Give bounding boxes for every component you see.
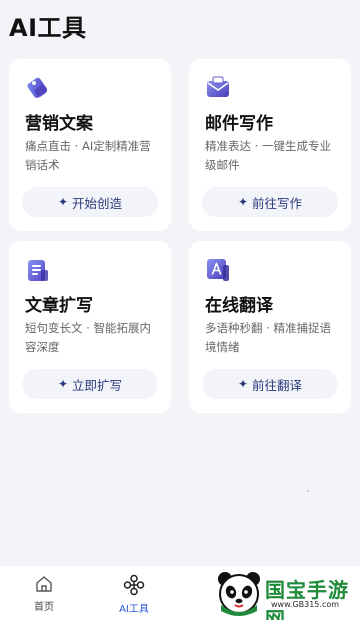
tab-label: AI工具: [119, 604, 149, 615]
envelope-icon: [207, 76, 229, 97]
tab-ai-tools[interactable]: AI工具: [99, 574, 169, 615]
tab-home[interactable]: 首页: [9, 574, 79, 613]
price-tag-icon: [27, 77, 48, 98]
divider-dot: [307, 490, 309, 492]
panda-logo-icon: [218, 572, 260, 616]
button-label: 立即扩写: [72, 377, 123, 393]
sparkle-icon: ✦: [237, 195, 249, 209]
watermark-url: www.GB315.com: [271, 600, 340, 609]
site-watermark: 国宝手游网 www.GB315.com: [201, 566, 360, 620]
document-icon: [28, 260, 48, 281]
tab-label: 首页: [34, 602, 54, 613]
card-online-translate[interactable]: 在线翻译 多语种秒翻 · 精准捕捉语境情绪 ✦ 前往翻译: [189, 241, 351, 413]
button-label: 前往翻译: [252, 377, 303, 393]
go-write-button[interactable]: ✦ 前往写作: [202, 187, 338, 217]
card-marketing-copy[interactable]: 营销文案 痛点直击 · AI定制精准营销话术 ✦ 开始创造: [9, 59, 171, 231]
sparkle-icon: ✦: [57, 377, 69, 391]
card-title: 文章扩写: [25, 296, 93, 316]
card-description: 精准表达 · 一键生成专业级邮件: [205, 139, 331, 172]
go-translate-button[interactable]: ✦ 前往翻译: [202, 369, 338, 399]
card-description: 短句变长文 · 智能拓展内容深度: [25, 321, 151, 354]
app-screen: AI工具 营销文案 痛点直击 · AI定制精准营销话术 ✦ 开始创造 邮件写作 …: [0, 0, 360, 620]
card-email-writing[interactable]: 邮件写作 精准表达 · 一键生成专业级邮件 ✦ 前往写作: [189, 59, 351, 231]
card-title: 营销文案: [25, 114, 93, 134]
watermark-title: 国宝手游网: [265, 578, 349, 620]
home-icon: [36, 576, 52, 592]
sparkle-icon: ✦: [237, 377, 249, 391]
sparkle-icon: ✦: [57, 195, 69, 209]
card-description: 痛点直击 · AI定制精准营销话术: [25, 139, 151, 172]
card-description: 多语种秒翻 · 精准捕捉语境情绪: [205, 321, 331, 354]
button-label: 前往写作: [252, 195, 303, 211]
start-create-button[interactable]: ✦ 开始创造: [22, 187, 158, 217]
card-article-expand[interactable]: 文章扩写 短句变长文 · 智能拓展内容深度 ✦ 立即扩写: [9, 241, 171, 413]
button-label: 开始创造: [72, 195, 123, 211]
card-title: 邮件写作: [205, 114, 273, 134]
translate-icon: [207, 259, 229, 281]
ai-tools-icon: [123, 574, 145, 596]
card-title: 在线翻译: [205, 296, 273, 316]
expand-now-button[interactable]: ✦ 立即扩写: [22, 369, 158, 399]
page-title: AI工具: [9, 14, 87, 42]
